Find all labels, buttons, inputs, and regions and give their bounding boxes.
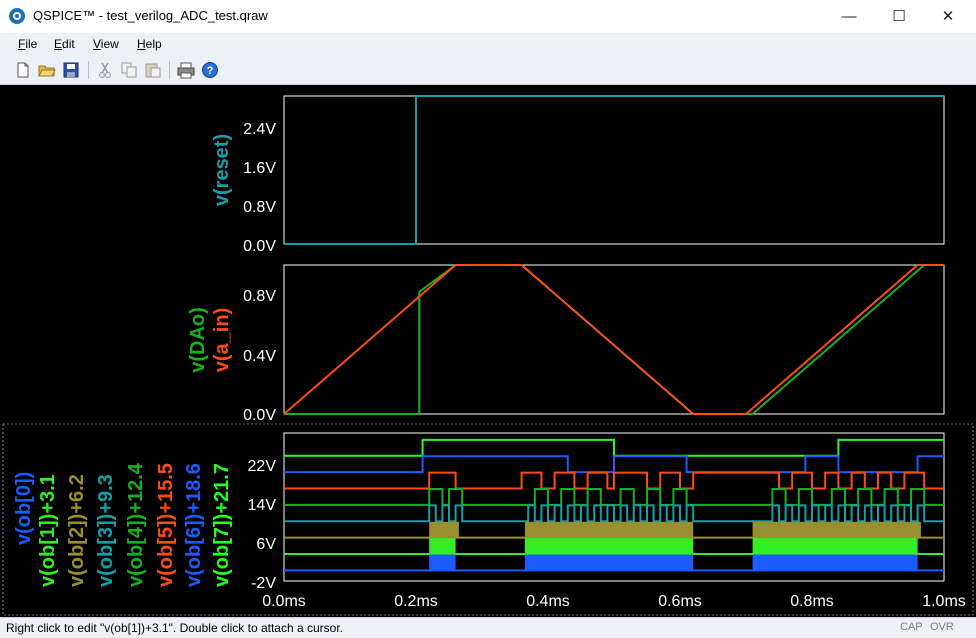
- trace-ob0-dense[interactable]: [429, 554, 456, 571]
- y-tick-label: 0.0V: [243, 407, 276, 424]
- y-tick-label: 6V: [256, 536, 276, 553]
- trace-label-a-in[interactable]: v(a_in): [211, 308, 233, 372]
- svg-text:?: ?: [207, 65, 214, 77]
- y-tick-label: 2.4V: [243, 121, 276, 138]
- ovr-indicator: OVR: [930, 621, 954, 633]
- trace-ob4[interactable]: [284, 488, 944, 506]
- x-tick-label: 0.8ms: [790, 593, 834, 610]
- trace-ob2-dense[interactable]: [429, 521, 459, 538]
- trace-ob1-dense[interactable]: [752, 538, 918, 555]
- x-tick-label: 0.6ms: [658, 593, 702, 610]
- y-tick-label: 14V: [248, 497, 277, 514]
- minimize-button[interactable]: —: [826, 0, 872, 33]
- trace-ob6[interactable]: [284, 455, 944, 474]
- status-message: Right click to edit "v(ob[1])+3.1". Doub…: [6, 621, 344, 635]
- cut-icon[interactable]: [96, 61, 114, 79]
- y-tick-label: 0.0V: [243, 238, 276, 255]
- toolbar-separator: [88, 61, 89, 79]
- help-icon[interactable]: ?: [201, 61, 219, 79]
- maximize-button[interactable]: ☐: [876, 0, 922, 33]
- plot-pane-analog[interactable]: [283, 264, 945, 415]
- trace-label-ob5[interactable]: v(ob[5])+15.5: [155, 463, 177, 587]
- trace-v-reset-[interactable]: [284, 95, 944, 245]
- y-tick-label: 0.8V: [243, 199, 276, 216]
- trace-label-dao[interactable]: v(DAo): [187, 307, 209, 373]
- y-tick-label: -2V: [251, 575, 276, 592]
- trace-label-ob7[interactable]: v(ob[7])+21.7: [211, 463, 233, 587]
- waveform-plot[interactable]: 2.4V 1.6V 0.8V 0.0V 0.8V 0.4V 0.0V 22V 1…: [0, 85, 976, 617]
- open-icon[interactable]: [38, 61, 56, 79]
- window-title: QSPICE™ - test_verilog_ADC_test.qraw: [33, 8, 268, 23]
- x-tick-label: 0.4ms: [526, 593, 570, 610]
- trace-ob7[interactable]: [284, 438, 944, 457]
- status-bar: Right click to edit "v(ob[1])+3.1". Doub…: [0, 617, 976, 638]
- paste-icon[interactable]: [144, 61, 162, 79]
- menu-file[interactable]: File: [18, 37, 37, 51]
- trace-v-a-in-[interactable]: [283, 264, 944, 415]
- close-button[interactable]: ✕: [925, 0, 971, 33]
- save-icon[interactable]: [62, 61, 80, 79]
- x-tick-label: 0.0ms: [262, 593, 306, 610]
- copy-icon[interactable]: [120, 61, 138, 79]
- trace-ob2-dense[interactable]: [524, 521, 694, 538]
- trace-v-dao-[interactable]: [284, 264, 944, 415]
- y-tick-label: 0.8V: [243, 288, 276, 305]
- trace-ob3[interactable]: [284, 504, 944, 523]
- trace-ob0-dense[interactable]: [524, 554, 694, 571]
- trace-ob0-dense[interactable]: [752, 554, 918, 571]
- toolbar-separator: [169, 61, 170, 79]
- y-tick-label: 0.4V: [243, 348, 276, 365]
- trace-label-ob0[interactable]: v(ob[0]): [13, 472, 35, 545]
- qspice-app-icon: [9, 8, 25, 24]
- title-bar: QSPICE™ - test_verilog_ADC_test.qraw — ☐…: [0, 0, 976, 33]
- trace-label-ob1[interactable]: v(ob[1])+3.1: [37, 474, 59, 587]
- trace-label-ob6[interactable]: v(ob[6])+18.6: [183, 463, 205, 587]
- new-icon[interactable]: [14, 61, 32, 79]
- trace-label-ob3[interactable]: v(ob[3])+9.3: [95, 474, 117, 587]
- toolbar: ?: [0, 56, 976, 85]
- menu-help[interactable]: Help: [137, 37, 162, 51]
- plot-pane-reset[interactable]: [283, 95, 945, 245]
- menu-edit[interactable]: Edit: [54, 37, 75, 51]
- trace-label-ob4[interactable]: v(ob[4])+12.4: [125, 462, 147, 587]
- trace-ob2-dense[interactable]: [752, 521, 921, 538]
- trace-label-ob2[interactable]: v(ob[2])+6.2: [66, 474, 88, 587]
- trace-ob1-dense[interactable]: [429, 538, 456, 555]
- menu-view[interactable]: View: [93, 37, 119, 51]
- y-tick-label: 22V: [248, 458, 277, 475]
- trace-ob1-dense[interactable]: [524, 538, 694, 555]
- x-tick-label: 1.0ms: [922, 593, 966, 610]
- trace-label-reset[interactable]: v(reset): [211, 134, 233, 206]
- x-tick-label: 0.2ms: [394, 593, 438, 610]
- menu-bar: File Edit View Help: [0, 33, 976, 56]
- selected-pane-outline: [2, 423, 974, 616]
- trace-ob5[interactable]: [284, 471, 944, 490]
- cap-indicator: CAP: [900, 621, 923, 633]
- waveform-viewer[interactable]: 2.4V 1.6V 0.8V 0.0V 0.8V 0.4V 0.0V 22V 1…: [0, 85, 976, 617]
- y-tick-label: 1.6V: [243, 160, 276, 177]
- print-icon[interactable]: [177, 61, 195, 79]
